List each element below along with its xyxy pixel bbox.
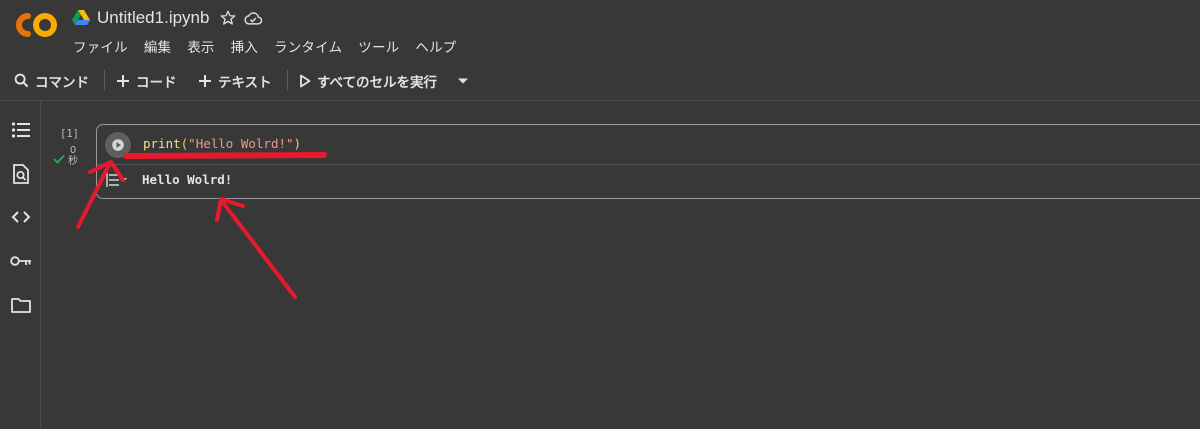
output-actions-icon[interactable]	[106, 172, 128, 192]
execution-time: 0 秒	[67, 145, 79, 167]
search-icon	[14, 73, 29, 88]
colab-logo[interactable]	[14, 10, 58, 40]
files-folder-icon[interactable]	[10, 294, 32, 316]
header-bar: Untitled1.ipynb ファイル 編集 表示 挿入 ランタイム ツール …	[0, 0, 1200, 61]
cell-output-text: Hello Wolrd!	[142, 172, 233, 187]
red-arrow-to-output	[215, 197, 297, 299]
run-cell-button[interactable]	[105, 132, 131, 158]
commands-button[interactable]: コマンド	[14, 61, 89, 100]
cloud-saved-icon[interactable]	[243, 9, 263, 27]
plus-icon	[116, 74, 130, 88]
menu-bar: ファイル 編集 表示 挿入 ランタイム ツール ヘルプ	[73, 36, 472, 56]
cell-output-divider	[97, 164, 1200, 165]
commands-label: コマンド	[35, 74, 89, 91]
menu-tools[interactable]: ツール	[358, 36, 399, 56]
add-text-label: テキスト	[218, 74, 272, 91]
google-drive-icon	[72, 10, 90, 25]
title-row: Untitled1.ipynb	[72, 6, 263, 30]
toc-icon[interactable]	[10, 119, 32, 141]
play-icon	[112, 136, 124, 155]
menu-insert[interactable]: 挿入	[231, 36, 258, 56]
code-snippets-icon[interactable]	[10, 206, 32, 228]
add-text-button[interactable]: テキスト	[198, 61, 272, 100]
menu-help[interactable]: ヘルプ	[415, 36, 456, 56]
code-editor[interactable]: print("Hello Wolrd!")	[143, 136, 301, 151]
star-icon[interactable]	[219, 9, 237, 27]
menu-runtime[interactable]: ランタイム	[274, 36, 342, 56]
left-sidebar	[0, 101, 41, 429]
toolbar-divider	[104, 70, 105, 91]
code-close-paren: )	[293, 136, 302, 151]
toolbar-divider	[287, 70, 288, 91]
add-code-button[interactable]: コード	[116, 61, 177, 100]
add-code-label: コード	[136, 74, 177, 91]
run-all-label: すべてのセルを実行	[317, 74, 438, 91]
execution-time-unit: 秒	[68, 156, 78, 167]
menu-view[interactable]: 表示	[187, 36, 214, 56]
execution-time-value: 0	[69, 145, 77, 156]
plus-icon	[198, 74, 212, 88]
run-all-button[interactable]: すべてのセルを実行	[299, 61, 437, 100]
run-all-dropdown[interactable]	[457, 61, 469, 100]
menu-edit[interactable]: 編集	[144, 36, 171, 56]
menu-file[interactable]: ファイル	[73, 36, 128, 56]
code-string-literal: "Hello Wolrd!"	[188, 136, 294, 151]
find-icon[interactable]	[10, 163, 32, 185]
play-outline-icon	[299, 74, 311, 88]
notebook-title[interactable]: Untitled1.ipynb	[97, 8, 209, 28]
secrets-key-icon[interactable]	[10, 250, 32, 272]
execution-count: [1]	[60, 128, 79, 140]
success-check-icon	[53, 149, 65, 168]
toolbar: コマンド コード テキスト すべてのセルを実行	[0, 61, 1200, 101]
code-function-name: print	[143, 136, 181, 151]
caret-down-icon	[457, 73, 469, 89]
